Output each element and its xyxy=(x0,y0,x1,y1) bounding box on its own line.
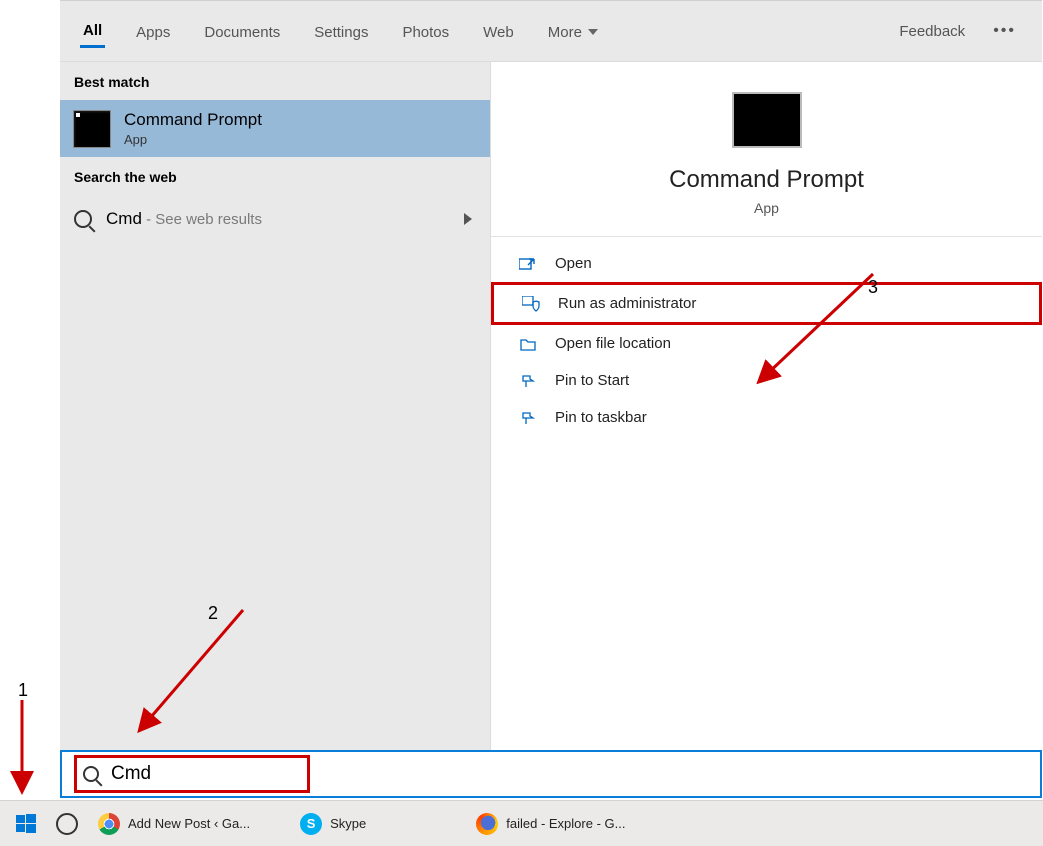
taskbar-firefox-title: failed - Explore - G... xyxy=(506,816,625,831)
results-left-column: Best match Command Prompt App Search the… xyxy=(60,62,490,750)
action-pin-to-start[interactable]: Pin to Start xyxy=(491,362,1042,399)
filter-all[interactable]: All xyxy=(80,14,105,48)
action-run-admin-label: Run as administrator xyxy=(558,295,696,312)
taskbar: Add New Post ‹ Ga... S Skype failed - Ex… xyxy=(0,800,1043,846)
filter-documents[interactable]: Documents xyxy=(201,16,283,47)
action-open-label: Open xyxy=(555,255,592,272)
annotation-number-1: 1 xyxy=(18,680,28,701)
web-result-item[interactable]: Cmd - See web results xyxy=(60,195,490,243)
start-button[interactable] xyxy=(6,805,46,843)
cortana-button[interactable] xyxy=(46,805,88,843)
taskbar-skype-title: Skype xyxy=(330,816,366,831)
filter-apps[interactable]: Apps xyxy=(133,16,173,47)
command-prompt-large-icon xyxy=(732,92,802,148)
action-open[interactable]: Open xyxy=(491,245,1042,282)
feedback-link[interactable]: Feedback xyxy=(899,23,965,40)
folder-icon xyxy=(519,337,537,351)
search-box-row[interactable] xyxy=(60,750,1042,798)
cortana-icon xyxy=(56,813,78,835)
action-open-file-location[interactable]: Open file location xyxy=(491,325,1042,362)
command-prompt-icon xyxy=(74,111,110,147)
results-preview-column: Command Prompt App Open Run as administr… xyxy=(490,62,1042,750)
web-result-term: Cmd xyxy=(106,209,142,228)
action-open-location-label: Open file location xyxy=(555,335,671,352)
action-pin-taskbar-label: Pin to taskbar xyxy=(555,409,647,426)
preview-actions: Open Run as administrator Open file loca… xyxy=(491,237,1042,436)
chevron-down-icon xyxy=(588,29,598,35)
admin-shield-icon xyxy=(522,297,540,311)
chevron-right-icon xyxy=(464,213,472,225)
windows-logo-icon xyxy=(16,814,36,834)
search-icon xyxy=(74,210,92,228)
action-run-as-administrator[interactable]: Run as administrator xyxy=(491,282,1042,325)
preview-header: Command Prompt App xyxy=(491,62,1042,237)
search-input[interactable] xyxy=(111,763,251,785)
best-match-header: Best match xyxy=(60,62,490,100)
taskbar-app-firefox[interactable]: failed - Explore - G... xyxy=(466,805,635,843)
taskbar-app-skype[interactable]: S Skype xyxy=(290,805,376,843)
taskbar-app-chrome[interactable]: Add New Post ‹ Ga... xyxy=(88,805,260,843)
action-pin-start-label: Pin to Start xyxy=(555,372,629,389)
more-options-button[interactable]: ••• xyxy=(989,18,1020,44)
pin-icon xyxy=(519,411,537,425)
search-icon xyxy=(83,766,99,782)
filter-settings[interactable]: Settings xyxy=(311,16,371,47)
firefox-icon xyxy=(476,813,498,835)
search-filter-bar: All Apps Documents Settings Photos Web M… xyxy=(60,1,1042,61)
annotation-highlight-searchbox xyxy=(74,755,310,793)
annotation-arrow-1 xyxy=(10,695,40,795)
pin-icon xyxy=(519,374,537,388)
open-icon xyxy=(519,257,537,271)
filter-web[interactable]: Web xyxy=(480,16,517,47)
web-result-hint: - See web results xyxy=(142,211,262,228)
search-web-header: Search the web xyxy=(60,157,490,195)
action-pin-to-taskbar[interactable]: Pin to taskbar xyxy=(491,399,1042,436)
preview-title: Command Prompt xyxy=(491,166,1042,194)
taskbar-chrome-title: Add New Post ‹ Ga... xyxy=(128,816,250,831)
filter-photos[interactable]: Photos xyxy=(399,16,452,47)
filter-more[interactable]: More xyxy=(545,16,601,47)
search-panel-body: Best match Command Prompt App Search the… xyxy=(60,61,1042,750)
preview-subtitle: App xyxy=(491,200,1042,216)
search-results-panel: All Apps Documents Settings Photos Web M… xyxy=(60,0,1042,750)
best-match-subtitle: App xyxy=(124,132,262,147)
best-match-item[interactable]: Command Prompt App xyxy=(60,100,490,157)
filter-more-label: More xyxy=(548,24,582,41)
chrome-icon xyxy=(98,813,120,835)
best-match-title: Command Prompt xyxy=(124,110,262,130)
skype-icon: S xyxy=(300,813,322,835)
